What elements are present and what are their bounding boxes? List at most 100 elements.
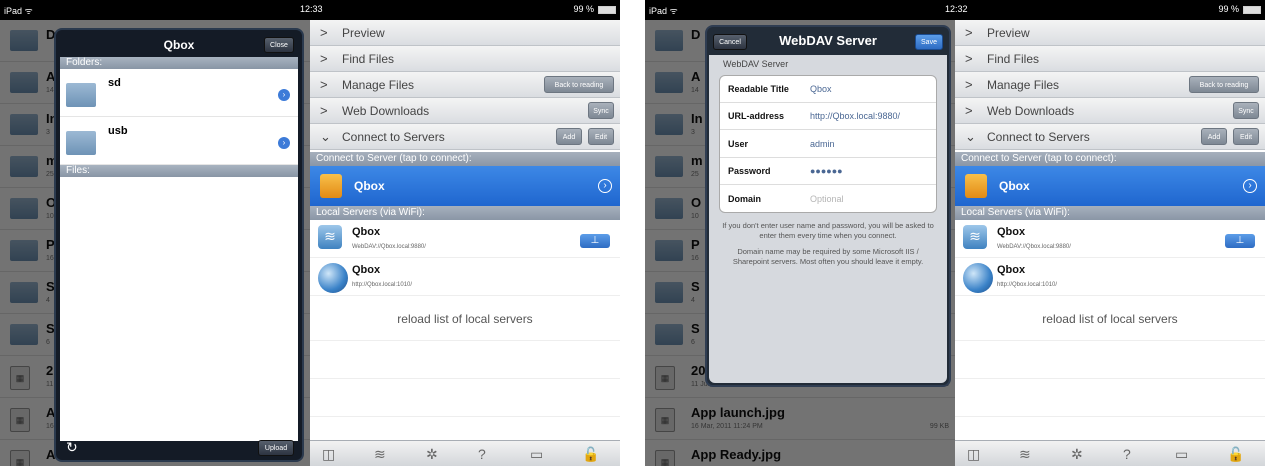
camera-icon[interactable]: ◫ xyxy=(967,446,980,463)
connect-section-header: Connect to Server (tap to connect): xyxy=(310,152,620,166)
ipad-screen-left: iPad ᯤ 12:33 99 % DA14In3m25O10P16S4S6▦2… xyxy=(0,0,620,466)
chevron-icon: ⌄ xyxy=(965,129,976,144)
field-value[interactable]: admin xyxy=(810,139,835,149)
lock-icon[interactable]: 🔓 xyxy=(1227,446,1244,463)
folder-row-usb[interactable]: usb › xyxy=(60,117,298,165)
form-row[interactable]: User admin xyxy=(720,131,936,158)
files-header: Files: xyxy=(60,165,298,177)
lock-icon[interactable]: 🔓 xyxy=(582,446,599,463)
help-icon[interactable]: ? xyxy=(1123,446,1131,462)
menu-web-downloads[interactable]: > Web Downloads Sync xyxy=(310,98,620,124)
refresh-icon[interactable]: ↻ xyxy=(66,439,78,456)
server-url: WebDAV://Qbox.local:9880/ xyxy=(997,244,1071,250)
row-divider xyxy=(955,416,1265,417)
chevron-icon: > xyxy=(965,25,973,40)
back-to-reading-button[interactable]: Back to reading xyxy=(544,76,614,93)
menu-connect-to-servers[interactable]: ⌄ Connect to Servers Edit Add xyxy=(955,124,1265,150)
disclosure-arrow-icon[interactable]: › xyxy=(278,89,290,101)
field-value[interactable]: Optional xyxy=(810,194,844,204)
menu-label: Connect to Servers xyxy=(987,130,1090,144)
chevron-icon: > xyxy=(320,77,328,92)
settings-icon[interactable]: ✲ xyxy=(1071,446,1083,463)
menu-find-files[interactable]: > Find Files xyxy=(955,46,1265,72)
menu-web-downloads[interactable]: > Web Downloads Sync xyxy=(955,98,1265,124)
local-server-row[interactable]: Qbox http://Qbox.local:1010/ xyxy=(955,258,1265,296)
form-row[interactable]: Domain Optional xyxy=(720,186,936,213)
settings-icon[interactable]: ✲ xyxy=(426,446,438,463)
form-row[interactable]: URL-address http://Qbox.local:9880/ xyxy=(720,103,936,131)
reload-servers-link[interactable]: reload list of local servers xyxy=(955,312,1265,326)
edit-button[interactable]: Edit xyxy=(588,128,614,145)
form-section-title: WebDAV Server xyxy=(723,59,789,69)
edit-button[interactable]: Edit xyxy=(1233,128,1259,145)
sync-button[interactable]: Sync xyxy=(588,102,614,119)
local-server-row[interactable]: Qbox http://Qbox.local:1010/ xyxy=(310,258,620,296)
side-menu: > Preview > Find Files > Manage Files Back to … xyxy=(310,20,620,466)
status-bar: iPad ᯤ 12:33 99 % xyxy=(0,0,620,20)
row-divider xyxy=(310,416,620,417)
upload-button[interactable]: Upload xyxy=(258,440,294,456)
drive-icon xyxy=(320,174,342,198)
disclosure-arrow-icon[interactable]: › xyxy=(278,137,290,149)
help-icon[interactable]: ? xyxy=(478,446,486,462)
field-label: Readable Title xyxy=(728,84,789,94)
wifi-server-icon: ≋ xyxy=(963,225,987,249)
menu-label: Connect to Servers xyxy=(342,130,445,144)
bottom-toolbar: ◫ ≋ ✲? ▭ 🔓 xyxy=(955,440,1265,466)
disclosure-arrow-icon[interactable]: › xyxy=(1243,179,1257,193)
back-to-reading-button[interactable]: Back to reading xyxy=(1189,76,1259,93)
pin-icon[interactable]: ⊥ xyxy=(580,234,610,248)
battery-percent: 99 % xyxy=(1218,4,1239,14)
field-value[interactable]: http://Qbox.local:9880/ xyxy=(810,111,900,121)
server-row-qbox-selected[interactable]: Qbox › xyxy=(955,166,1265,206)
folders-header: Folders: xyxy=(60,57,298,69)
server-row-qbox-selected[interactable]: Qbox › xyxy=(310,166,620,206)
reload-servers-link[interactable]: reload list of local servers xyxy=(310,312,620,326)
folder-icon xyxy=(66,131,96,155)
folder-row-sd[interactable]: sd › xyxy=(60,69,298,117)
local-server-row[interactable]: ≋ Qbox WebDAV://Qbox.local:9880/ ⊥ xyxy=(955,220,1265,258)
server-url: http://Qbox.local:1010/ xyxy=(352,282,413,288)
menu-label: Find Files xyxy=(987,52,1040,66)
menu-connect-to-servers[interactable]: ⌄ Connect to Servers Edit Add xyxy=(310,124,620,150)
add-button[interactable]: Add xyxy=(556,128,582,145)
field-value[interactable]: ●●●●●● xyxy=(810,166,843,176)
server-name: Qbox xyxy=(352,226,381,238)
save-button[interactable]: Save xyxy=(915,34,943,50)
server-url: http://Qbox.local:1010/ xyxy=(997,282,1058,288)
webdav-server-dialog: Cancel WebDAV Server Save WebDAV Server … xyxy=(705,25,951,387)
add-button[interactable]: Add xyxy=(1201,128,1227,145)
field-value[interactable]: Qbox xyxy=(810,84,832,94)
menu-preview[interactable]: > Preview xyxy=(310,20,620,46)
form-row[interactable]: Password ●●●●●● xyxy=(720,158,936,186)
menu-manage-files[interactable]: > Manage Files Back to reading xyxy=(955,72,1265,98)
server-name: Qbox xyxy=(352,264,381,276)
pin-icon[interactable]: ⊥ xyxy=(1225,234,1255,248)
server-url: WebDAV://Qbox.local:9880/ xyxy=(352,244,426,250)
clock: 12:33 xyxy=(300,4,323,14)
form-row[interactable]: Readable Title Qbox xyxy=(720,76,936,103)
folder-icon xyxy=(66,83,96,107)
wifi-icon[interactable]: ≋ xyxy=(374,446,386,463)
chevron-icon: > xyxy=(320,103,328,118)
wifi-server-icon: ≋ xyxy=(318,225,342,249)
close-button[interactable]: Close xyxy=(264,37,294,53)
row-divider xyxy=(955,378,1265,379)
menu-manage-files[interactable]: > Manage Files Back to reading xyxy=(310,72,620,98)
chevron-icon: > xyxy=(965,51,973,66)
chevron-icon: > xyxy=(320,51,328,66)
screen-icon[interactable]: ▭ xyxy=(1175,446,1188,463)
dialog-body: WebDAV Server Readable Title Qbox URL-addr… xyxy=(709,55,947,383)
row-divider xyxy=(955,340,1265,341)
local-server-row[interactable]: ≋ Qbox WebDAV://Qbox.local:9880/ ⊥ xyxy=(310,220,620,258)
menu-find-files[interactable]: > Find Files xyxy=(310,46,620,72)
connect-section-header: Connect to Server (tap to connect): xyxy=(955,152,1265,166)
menu-preview[interactable]: > Preview xyxy=(955,20,1265,46)
globe-icon xyxy=(963,263,993,293)
menu-label: Preview xyxy=(987,26,1030,40)
camera-icon[interactable]: ◫ xyxy=(322,446,335,463)
wifi-icon[interactable]: ≋ xyxy=(1019,446,1031,463)
disclosure-arrow-icon[interactable]: › xyxy=(598,179,612,193)
sync-button[interactable]: Sync xyxy=(1233,102,1259,119)
screen-icon[interactable]: ▭ xyxy=(530,446,543,463)
